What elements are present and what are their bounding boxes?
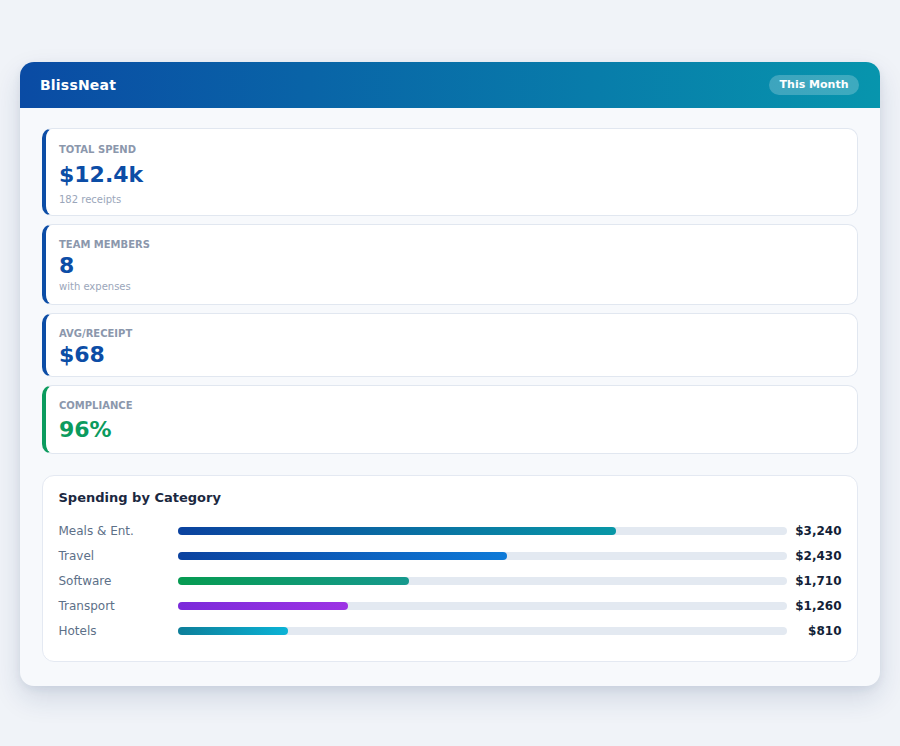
category-row-software: Software $1,710 (59, 569, 842, 594)
stat-label: COMPLIANCE (59, 397, 844, 414)
stat-value: $68 (59, 342, 844, 368)
category-bar-track (178, 627, 787, 635)
category-bar-fill (178, 527, 616, 535)
dashboard-body: TOTAL SPEND $12.4k 182 receipts TEAM MEM… (20, 108, 880, 662)
category-bar-fill (178, 577, 409, 585)
category-row-meals: Meals & Ent. $3,240 (59, 519, 842, 544)
category-value: $1,710 (787, 574, 842, 588)
category-label: Hotels (59, 624, 179, 638)
category-row-travel: Travel $2,430 (59, 544, 842, 569)
category-row-transport: Transport $1,260 (59, 594, 842, 619)
category-bar-track (178, 577, 787, 585)
dashboard-card: BlissNeat This Month TOTAL SPEND $12.4k … (20, 62, 880, 686)
category-value: $1,260 (787, 599, 842, 613)
category-value: $3,240 (787, 524, 842, 538)
stat-value: 8 (59, 253, 844, 279)
category-label: Transport (59, 599, 179, 613)
stat-sub: with expenses (59, 279, 844, 294)
stats-list: TOTAL SPEND $12.4k 182 receipts TEAM MEM… (42, 128, 858, 454)
category-bar-fill (178, 602, 348, 610)
category-bar-track (178, 527, 787, 535)
period-pill[interactable]: This Month (769, 75, 859, 95)
category-bar-fill (178, 552, 507, 560)
page: BlissNeat This Month TOTAL SPEND $12.4k … (0, 0, 900, 746)
category-label: Travel (59, 549, 179, 563)
stat-sub: 182 receipts (59, 192, 844, 207)
category-row-hotels: Hotels $810 (59, 619, 842, 644)
stat-value: $12.4k (59, 158, 844, 192)
category-bar-track (178, 602, 787, 610)
category-value: $810 (787, 624, 842, 638)
stat-value: 96% (59, 414, 844, 445)
stat-label: AVG/RECEIPT (59, 325, 844, 342)
app-title: BlissNeat (40, 62, 116, 108)
category-bar-fill (178, 627, 288, 635)
stat-card-avg-receipt: AVG/RECEIPT $68 (42, 313, 858, 377)
app-header: BlissNeat This Month (20, 62, 880, 108)
category-label: Meals & Ent. (59, 524, 179, 538)
panel-title: Spending by Category (59, 489, 842, 507)
stat-card-compliance: COMPLIANCE 96% (42, 385, 858, 454)
category-label: Software (59, 574, 179, 588)
stat-card-total-spend: TOTAL SPEND $12.4k 182 receipts (42, 128, 858, 216)
category-panel: Spending by Category Meals & Ent. $3,240… (42, 475, 858, 662)
stat-card-team-members: TEAM MEMBERS 8 with expenses (42, 224, 858, 305)
category-bar-track (178, 552, 787, 560)
stat-label: TOTAL SPEND (59, 141, 844, 158)
stat-label: TEAM MEMBERS (59, 236, 844, 253)
category-value: $2,430 (787, 549, 842, 563)
